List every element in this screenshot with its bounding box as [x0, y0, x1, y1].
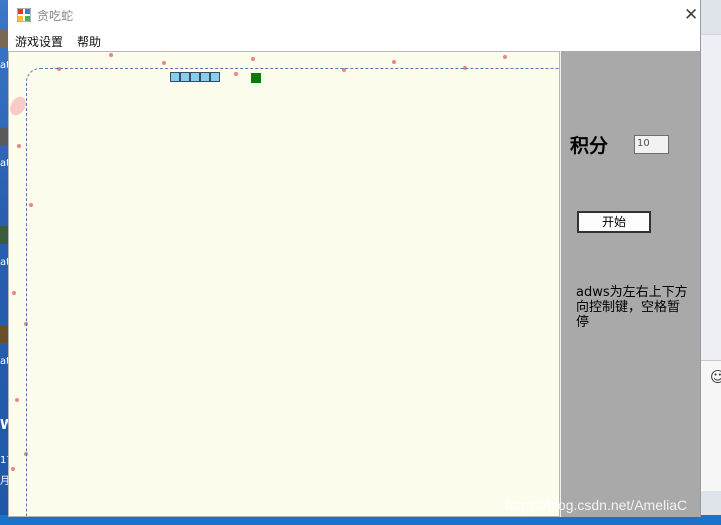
decoration-dot	[162, 61, 166, 65]
desktop-left-strip: at at at at W 17 月	[0, 0, 14, 525]
decoration-dot	[12, 291, 16, 295]
decoration-dot	[392, 60, 396, 64]
menu-help[interactable]: 帮助	[77, 33, 101, 50]
desktop-icon-label: 月	[0, 476, 10, 487]
play-area-border	[26, 68, 559, 516]
snake-segment	[170, 72, 180, 82]
window-title: 贪吃蛇	[37, 9, 74, 23]
menu-game-settings[interactable]: 游戏设置	[15, 33, 63, 50]
emoji-icon[interactable]: ☺	[710, 368, 721, 386]
decoration-dot	[109, 53, 113, 57]
decoration-dot	[251, 57, 255, 61]
start-button[interactable]: 开始	[577, 211, 651, 233]
desktop-icon-label: at	[0, 60, 11, 71]
desktop-icon-tile[interactable]	[0, 128, 8, 146]
side-panel: 积分 10 开始 adws为左右上下方向控制键，空格暂停	[561, 51, 700, 517]
decoration-dot	[503, 55, 507, 59]
desktop-icon-label: W	[0, 418, 14, 433]
score-label: 积分	[570, 135, 609, 157]
controls-help-text: adws为左右上下方向控制键，空格暂停	[576, 285, 688, 330]
decoration-dot	[15, 398, 19, 402]
decoration-dot	[17, 144, 21, 148]
background-window-pane	[700, 34, 721, 360]
menu-bar: 游戏设置 帮助	[8, 30, 700, 51]
desktop-icon-label: at	[0, 356, 11, 367]
title-bar[interactable]: 贪吃蛇 ✕	[8, 0, 700, 30]
food-pellet	[251, 73, 261, 83]
snake-head	[210, 72, 220, 82]
watermark-text: https://blog.csdn.net/AmeliaC	[505, 497, 688, 513]
desktop-icon-label: at	[0, 257, 11, 268]
snake-segment	[180, 72, 190, 82]
close-icon[interactable]: ✕	[684, 4, 700, 26]
snake-segment	[200, 72, 210, 82]
snake-game-window: 贪吃蛇 ✕ 游戏设置 帮助 积分 10 开始 adws为左右上下方向控制键，空格…	[8, 0, 701, 517]
desktop-icon-tile[interactable]	[0, 325, 8, 343]
desktop-icon-label: at	[0, 158, 11, 169]
desktop-icon-tile[interactable]	[0, 30, 8, 48]
decoration-dot	[11, 467, 15, 471]
desktop-icon-tile[interactable]	[0, 226, 8, 244]
desktop-right-strip: ☺	[700, 0, 721, 525]
score-field[interactable]: 10	[634, 135, 669, 154]
desktop-icon-label: 17	[0, 455, 13, 466]
snake-segment	[190, 72, 200, 82]
app-form-icon	[17, 8, 31, 22]
game-board[interactable]	[8, 51, 560, 517]
